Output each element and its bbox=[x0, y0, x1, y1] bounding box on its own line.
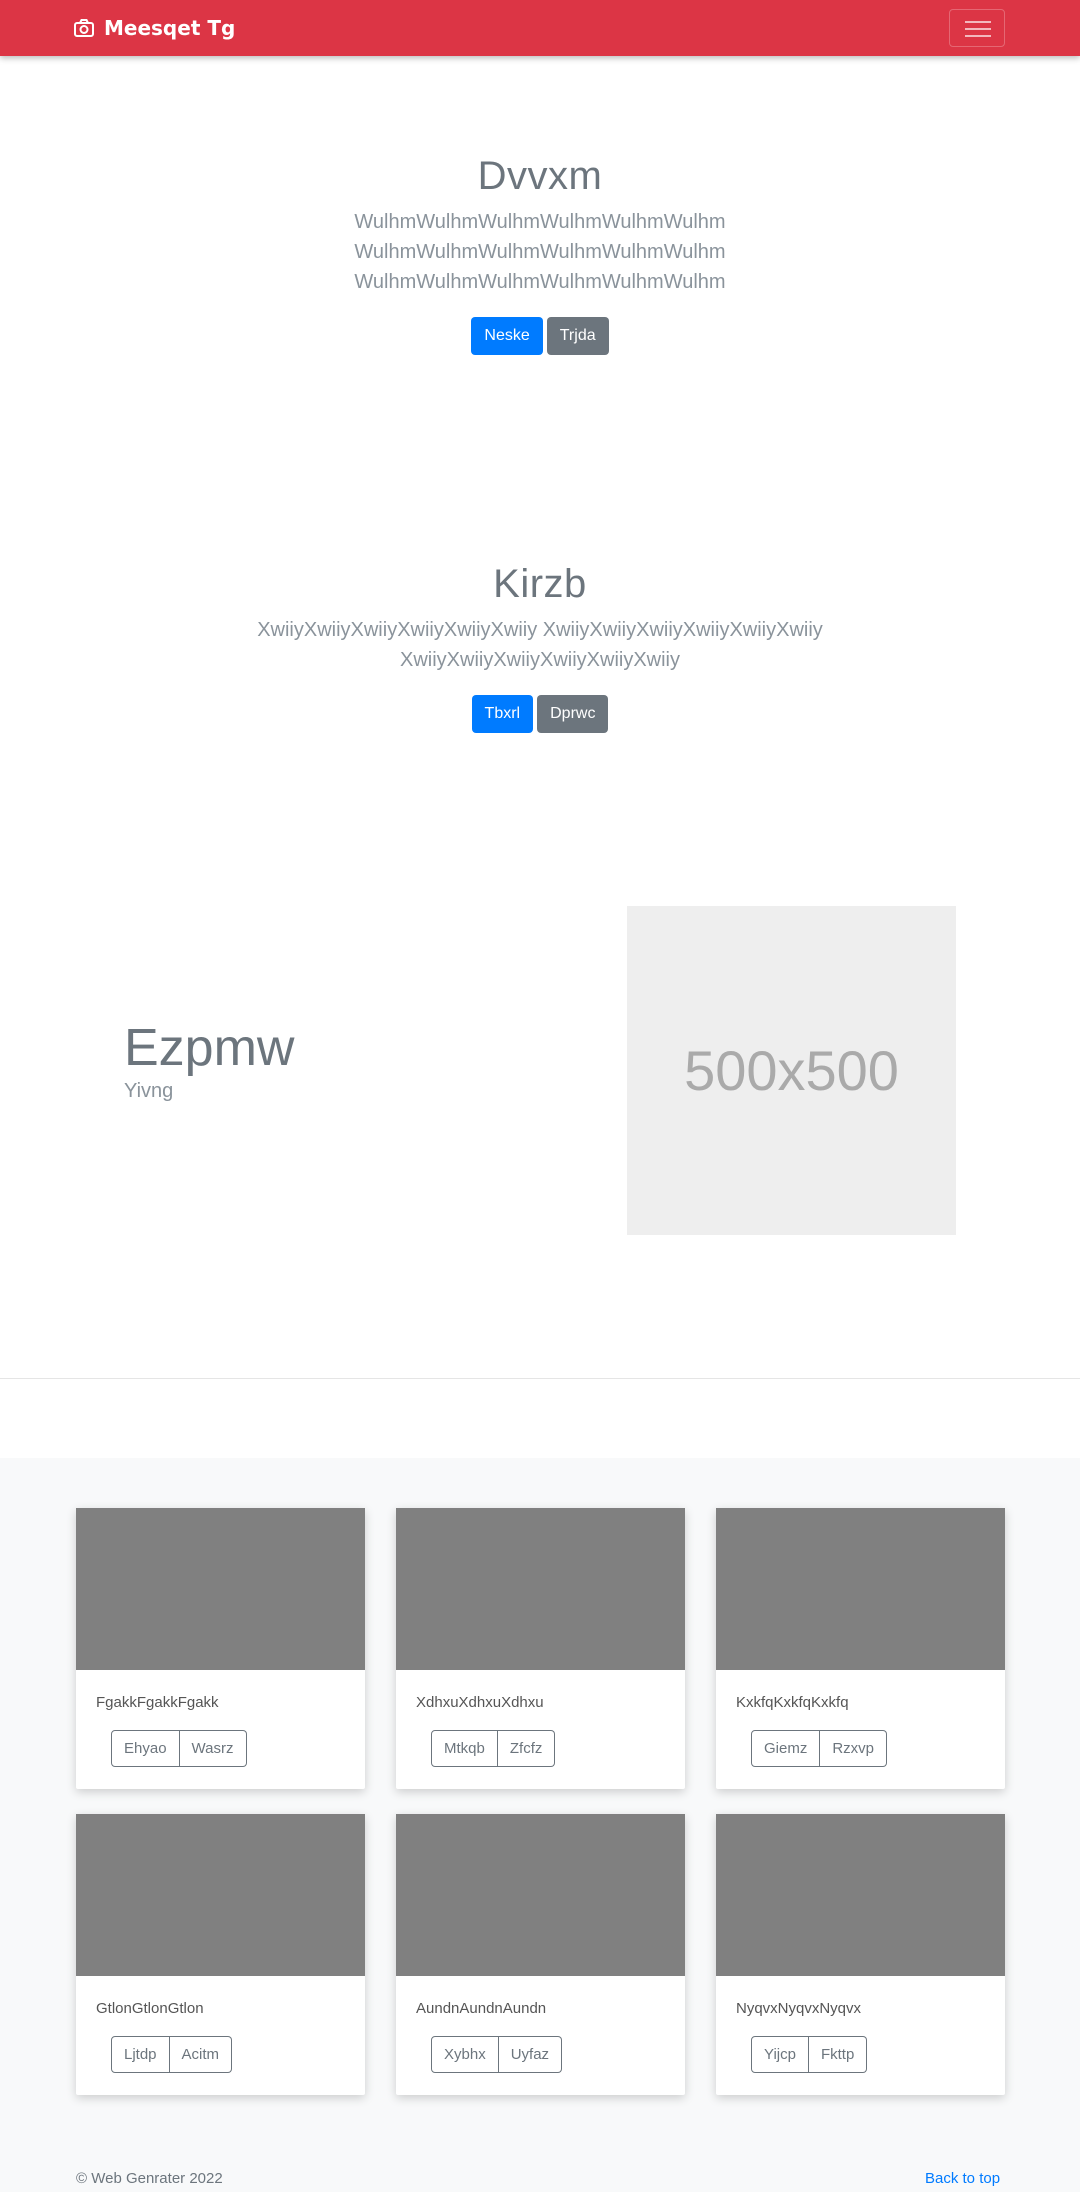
card-button-2[interactable]: Acitm bbox=[169, 2036, 233, 2073]
card-button-1[interactable]: Ljtdp bbox=[111, 2036, 170, 2073]
navbar: Meesqet Tg bbox=[0, 0, 1080, 56]
card-text: FgakkFgakkFgakk bbox=[96, 1694, 219, 1711]
hero-button-row: Neske Trjda bbox=[0, 317, 1080, 355]
card-thumbnail bbox=[396, 1508, 685, 1670]
album-card: AundnAundnAundn Xybhx Uyfaz bbox=[396, 1814, 685, 2095]
hamburger-icon-line bbox=[965, 35, 991, 37]
card-button-group: Mtkqb Zfcfz bbox=[431, 1730, 556, 1767]
card-thumbnail bbox=[76, 1814, 365, 1976]
card-thumbnail bbox=[396, 1814, 685, 1976]
hero-primary-button[interactable]: Neske bbox=[471, 317, 543, 355]
hero-lead-line: WulhmWulhmWulhmWulhmWulhmWulhm bbox=[354, 271, 726, 293]
card-text: XdhxuXdhxuXdhxu bbox=[416, 1694, 544, 1711]
hero-button-row: Tbxrl Dprwc bbox=[0, 695, 1080, 733]
hero-lead-line: XwiiyXwiiyXwiiyXwiiyXwiiyXwiiy bbox=[399, 649, 681, 671]
album-section: FgakkFgakkFgakk Ehyao Wasrz XdhxuXdhxuXd… bbox=[0, 1458, 1080, 2192]
hamburger-icon bbox=[965, 21, 991, 23]
section-divider bbox=[0, 1378, 1080, 1379]
footer-copyright: © Web Genrater 2022 bbox=[76, 2170, 223, 2187]
card-thumbnail bbox=[716, 1814, 1005, 1976]
brand-name: Meesqet Tg bbox=[104, 16, 236, 40]
card-button-group: Ehyao Wasrz bbox=[111, 1730, 247, 1767]
hero-lead-line: XwiiyXwiiyXwiiyXwiiyXwiiyXwiiy XwiiyXwii… bbox=[257, 619, 823, 641]
page: Meesqet Tg Dvvxm WulhmWulhmWulhmWulhmWul… bbox=[0, 0, 1080, 2192]
card-thumbnail bbox=[716, 1508, 1005, 1670]
hero-section-1: Dvvxm WulhmWulhmWulhmWulhmWulhmWulhm Wul… bbox=[0, 154, 1080, 355]
album-card: GtlonGtlonGtlon Ljtdp Acitm bbox=[76, 1814, 365, 2095]
card-button-1[interactable]: Yijcp bbox=[751, 2036, 809, 2073]
album-card: KxkfqKxkfqKxkfq Giemz Rzxvp bbox=[716, 1508, 1005, 1789]
hero-lead-line: WulhmWulhmWulhmWulhmWulhmWulhm bbox=[354, 211, 726, 233]
card-button-2[interactable]: Wasrz bbox=[179, 1730, 247, 1767]
card-button-2[interactable]: Uyfaz bbox=[498, 2036, 563, 2073]
card-button-1[interactable]: Ehyao bbox=[111, 1730, 180, 1767]
hero-secondary-button[interactable]: Dprwc bbox=[537, 695, 609, 733]
card-button-1[interactable]: Xybhx bbox=[431, 2036, 499, 2073]
album-card: XdhxuXdhxuXdhxu Mtkqb Zfcfz bbox=[396, 1508, 685, 1789]
card-thumbnail bbox=[76, 1508, 365, 1670]
feature-heading: Ezpmw bbox=[124, 1019, 295, 1077]
feature-subheading: Yivng bbox=[124, 1080, 174, 1102]
album-card: FgakkFgakkFgakk Ehyao Wasrz bbox=[76, 1508, 365, 1789]
feature-image-placeholder: 500x500 bbox=[627, 906, 956, 1235]
hamburger-icon-line bbox=[965, 28, 991, 30]
card-button-2[interactable]: Rzxvp bbox=[820, 1730, 888, 1767]
card-button-1[interactable]: Mtkqb bbox=[431, 1730, 498, 1767]
card-text: GtlonGtlonGtlon bbox=[96, 2000, 204, 2017]
card-button-1[interactable]: Giemz bbox=[751, 1730, 821, 1767]
card-button-2[interactable]: Fkttp bbox=[808, 2036, 868, 2073]
camera-icon bbox=[74, 19, 94, 37]
hero-secondary-button[interactable]: Trjda bbox=[546, 317, 609, 355]
hero-lead-line: WulhmWulhmWulhmWulhmWulhmWulhm bbox=[354, 241, 726, 263]
card-button-group: Xybhx Uyfaz bbox=[431, 2036, 563, 2073]
card-button-group: Yijcp Fkttp bbox=[751, 2036, 868, 2073]
hero-title: Dvvxm bbox=[477, 154, 603, 198]
card-text: NyqvxNyqvxNyqvx bbox=[736, 2000, 862, 2017]
card-text: KxkfqKxkfqKxkfq bbox=[736, 1694, 849, 1711]
card-text: AundnAundnAundn bbox=[416, 2000, 547, 2017]
hero-section-2: Kirzb XwiiyXwiiyXwiiyXwiiyXwiiyXwiiy Xwi… bbox=[0, 562, 1080, 733]
card-button-group: Ljtdp Acitm bbox=[111, 2036, 233, 2073]
album-card: NyqvxNyqvxNyqvx Yijcp Fkttp bbox=[716, 1814, 1005, 2095]
back-to-top-link[interactable]: Back to top bbox=[925, 2170, 1000, 2187]
card-button-group: Giemz Rzxvp bbox=[751, 1730, 888, 1767]
hero-primary-button[interactable]: Tbxrl bbox=[471, 695, 534, 733]
card-button-2[interactable]: Zfcfz bbox=[497, 1730, 556, 1767]
brand-link[interactable]: Meesqet Tg bbox=[74, 14, 235, 42]
hero-title: Kirzb bbox=[493, 562, 587, 606]
navbar-toggler-button[interactable] bbox=[949, 9, 1005, 47]
placeholder-label: 500x500 bbox=[684, 1039, 899, 1102]
